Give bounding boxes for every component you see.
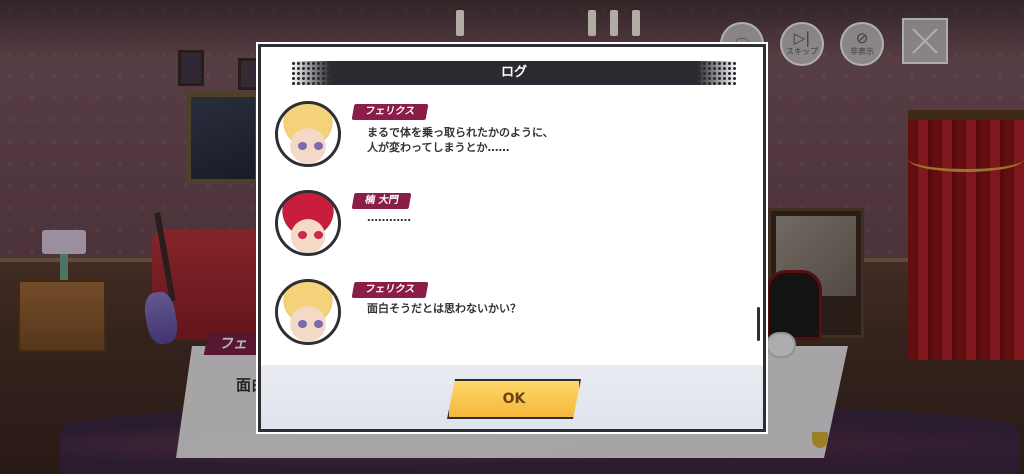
log-line: …………	[367, 211, 411, 224]
ok-button[interactable]: OK	[447, 379, 581, 419]
felix-avatar	[275, 279, 341, 345]
avatar-eye	[298, 320, 307, 328]
speaker-name-tag: フェリクス	[351, 104, 429, 120]
dialog-header-bar: ログ	[291, 61, 737, 85]
log-line: まるで体を乗っ取られたかのように、	[367, 126, 554, 139]
avatar-eye	[298, 142, 307, 150]
avatar-eye	[314, 320, 323, 328]
log-line: 人が変わってしまうとか……	[367, 141, 510, 154]
kusunoki-daimon-avatar	[275, 190, 341, 256]
dialog-title: ログ	[500, 65, 527, 80]
felix-avatar	[275, 101, 341, 167]
dialog-footer: OK	[261, 365, 763, 429]
log-line: 面白そうだとは思わないかい？	[367, 302, 521, 315]
avatar-eye	[298, 231, 307, 239]
speaker-name-tag: 楠 大門	[351, 193, 412, 209]
log-list[interactable]: フェリクス まるで体を乗っ取られたかのように、 人が変わってしまうとか…… 楠 …	[261, 99, 761, 371]
log-scrollbar[interactable]	[757, 307, 760, 341]
speaker-name-tag: フェリクス	[351, 282, 429, 298]
avatar-eye	[314, 231, 323, 239]
avatar-eye	[314, 142, 323, 150]
log-dialog: ログ フェリクス まるで体を乗っ取られたかのように、 人が変わってしまうとか………	[258, 44, 766, 432]
